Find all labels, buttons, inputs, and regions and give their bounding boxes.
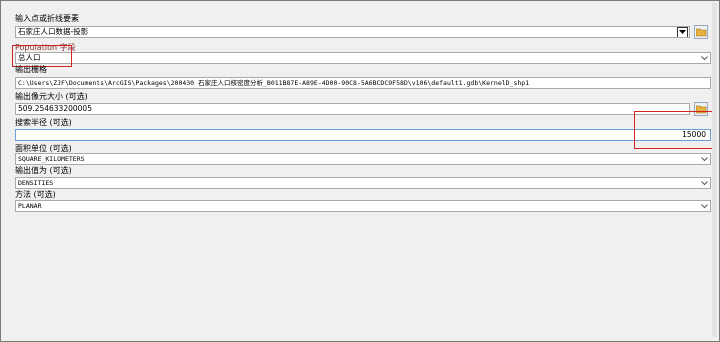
output-values-value: DENSITIES bbox=[18, 179, 54, 187]
input-features-label: 输入点或折线要素 bbox=[15, 14, 79, 23]
method-select[interactable]: PLANAR bbox=[15, 200, 711, 212]
input-features-select[interactable]: 石家庄人口数据-投影 bbox=[15, 26, 690, 38]
output-values-label: 输出值为 (可选) bbox=[15, 166, 72, 175]
population-highlight-box bbox=[12, 45, 72, 67]
cell-size-label: 输出像元大小 (可选) bbox=[15, 92, 88, 101]
output-raster-label: 输出栅格 bbox=[15, 65, 47, 74]
cell-size-input[interactable]: 509.254633200005 bbox=[15, 103, 690, 115]
area-units-select[interactable]: SQUARE_KILOMETERS bbox=[15, 153, 711, 165]
output-values-select[interactable]: DENSITIES bbox=[15, 177, 711, 189]
browse-folder-icon[interactable] bbox=[694, 25, 708, 39]
chevron-down-icon[interactable] bbox=[699, 155, 709, 163]
area-units-value: SQUARE_KILOMETERS bbox=[18, 155, 85, 163]
scrollbar[interactable] bbox=[712, 3, 717, 337]
method-value: PLANAR bbox=[18, 202, 42, 210]
chevron-down-icon[interactable] bbox=[699, 54, 709, 62]
chevron-down-icon[interactable] bbox=[677, 27, 688, 37]
population-field-select[interactable]: 总人口 bbox=[15, 52, 711, 64]
method-label: 方法 (可选) bbox=[15, 190, 56, 199]
search-radius-highlight-box bbox=[634, 111, 714, 149]
chevron-down-icon[interactable] bbox=[699, 202, 709, 210]
output-raster-input[interactable]: C:\Users\ZJF\Documents\ArcGIS\Packages\2… bbox=[15, 77, 711, 89]
cell-size-value: 509.254633200005 bbox=[18, 104, 92, 113]
search-radius-label: 搜索半径 (可选) bbox=[15, 118, 72, 127]
search-radius-input[interactable]: 15000 bbox=[15, 129, 711, 141]
chevron-down-icon[interactable] bbox=[699, 179, 709, 187]
input-features-value: 石家庄人口数据-投影 bbox=[18, 27, 89, 36]
tool-dialog: 输入点或折线要素 石家庄人口数据-投影 Population 字段 总人口 输出… bbox=[0, 0, 720, 342]
